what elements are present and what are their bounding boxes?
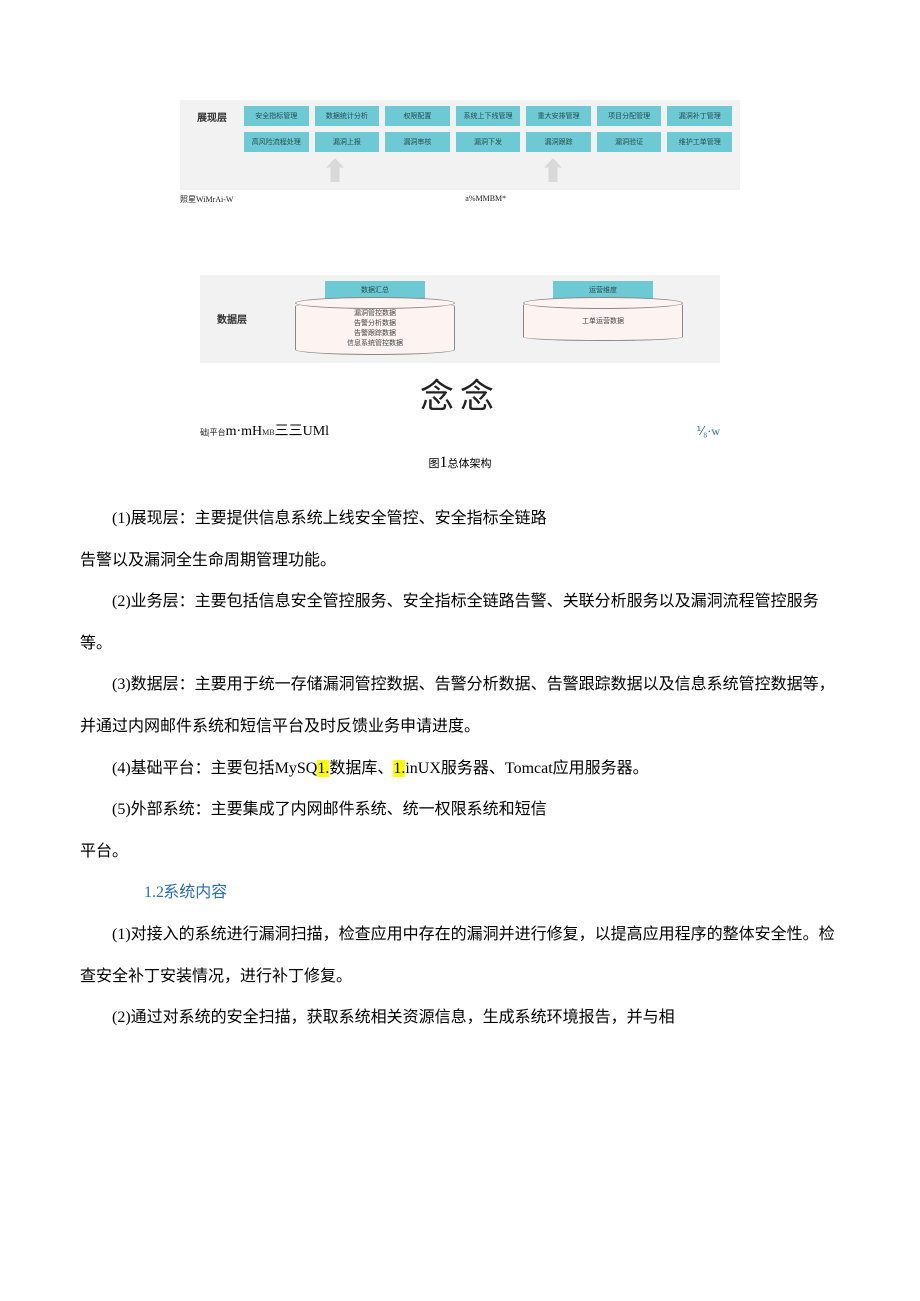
section-number: 1.2 <box>112 872 163 914</box>
data-layer-label: 数据层 <box>208 311 256 326</box>
annot-right: a%MMBM* <box>465 194 506 205</box>
cyl-line: 信息系统管控数据 <box>296 338 454 348</box>
para-s1: (1)对接入的系统进行漏洞扫描，检查应用中存在的漏洞并进行修复，以提高应用程序的… <box>80 914 840 997</box>
block: 漏洞验证 <box>597 132 662 152</box>
para-5a: (5)外部系统：主要集成了内网邮件系统、统一权限系统和短信 <box>80 789 840 831</box>
para-2: (2)业务层：主要包括信息安全管控服务、安全指标全链路告警、关联分析服务以及漏洞… <box>80 581 840 664</box>
caption-prefix: 图 <box>429 458 440 470</box>
para4-pre: (4)基础平台：主要包括MySQ <box>112 760 317 777</box>
block: 系统上下线管理 <box>456 106 521 126</box>
block: 权限配置 <box>385 106 450 126</box>
figure-1: 展现层 安全指标管理 数据统计分析 权限配置 系统上下线管理 重大安排管理 项目… <box>80 100 840 472</box>
block: 漏洞补丁管理 <box>667 106 732 126</box>
annot2-prefix: 础|平台 <box>200 428 226 437</box>
annot2-mix: m·mH <box>226 424 263 439</box>
caption-text: 总体架构 <box>448 458 492 470</box>
arrow-row <box>278 158 732 182</box>
para-4: (4)基础平台：主要包括MySQ1.数据库、1.inUX服务器、Tomcat应用… <box>80 748 840 790</box>
block: 安全指标管理 <box>244 106 309 126</box>
block: 项目分配管理 <box>597 106 662 126</box>
annot2-right: ⅟₈·w <box>696 424 720 439</box>
annot2-tail: 三三UMl <box>275 424 329 439</box>
block: 漏洞跟踪 <box>526 132 591 152</box>
annot-left: 照星WiMrAi-W <box>180 194 233 205</box>
annot2-left: 础|平台m·mHMB三三UMl <box>200 420 329 440</box>
block: 维护工单管理 <box>667 132 732 152</box>
block: 数据统计分析 <box>315 106 380 126</box>
block: 重大安排管理 <box>526 106 591 126</box>
layer-label: 展现层 <box>188 109 236 124</box>
highlight-2: 1. <box>393 760 405 777</box>
para4-mid: 数据库、 <box>329 760 393 777</box>
para-3: (3)数据层：主要用于统一存储漏洞管控数据、告警分析数据、告警跟踪数据以及信息系… <box>80 664 840 747</box>
cylinder-right: 工单运营数据 <box>523 301 683 341</box>
blocks-row-1: 安全指标管理 数据统计分析 权限配置 系统上下线管理 重大安排管理 项目分配管理… <box>244 106 732 126</box>
document-page: 展现层 安全指标管理 数据统计分析 权限配置 系统上下线管理 重大安排管理 项目… <box>0 0 920 1039</box>
cyl-line: 工单运营数据 <box>524 316 682 326</box>
para-s2: (2)通过对系统的安全扫描，获取系统相关资源信息，生成系统环境报告，并与相 <box>80 997 840 1039</box>
annotation-line-1: 照星WiMrAi-W a%MMBM* . <box>180 194 740 205</box>
para-5b: 平台。 <box>80 831 840 873</box>
data-layer-panel: 数据层 数据汇总 漏洞管控数据 告警分析数据 告警跟踪数据 信息系统管控数据 运… <box>200 275 720 363</box>
arrow-up-icon <box>326 158 344 182</box>
mid-col-left: 数据汇总 漏洞管控数据 告警分析数据 告警跟踪数据 信息系统管控数据 <box>266 281 484 355</box>
block: 高风险流程处理 <box>244 132 309 152</box>
cyl-line: 告警分析数据 <box>296 318 454 328</box>
para-1b: 告警以及漏洞全生命周期管理功能。 <box>80 540 840 582</box>
caption-number: 1 <box>440 454 448 471</box>
cyl-line: 告警跟踪数据 <box>296 328 454 338</box>
presentation-layer-panel: 展现层 安全指标管理 数据统计分析 权限配置 系统上下线管理 重大安排管理 项目… <box>180 100 740 190</box>
layer-row-2: 高风险流程处理 漏洞上报 漏洞审核 漏洞下发 漏洞跟踪 漏洞验证 维护工单管理 <box>188 132 732 152</box>
cylinder-left: 漏洞管控数据 告警分析数据 告警跟踪数据 信息系统管控数据 <box>295 301 455 355</box>
decorative-chars: 念念 <box>200 369 720 418</box>
cyl-line: 漏洞管控数据 <box>296 308 454 318</box>
para-1a: (1)展现层：主要提供信息系统上线安全管控、安全指标全链路 <box>80 498 840 540</box>
body-text: (1)展现层：主要提供信息系统上线安全管控、安全指标全链路 告警以及漏洞全生命周… <box>80 498 840 1039</box>
blocks-row-2: 高风险流程处理 漏洞上报 漏洞审核 漏洞下发 漏洞跟踪 漏洞验证 维护工单管理 <box>244 132 732 152</box>
annotation-line-2: 础|平台m·mHMB三三UMl ⅟₈·w <box>200 420 720 440</box>
figure-caption: 图1总体架构 <box>80 454 840 472</box>
para4-post: inUX服务器、Tomcat应用服务器。 <box>405 760 648 777</box>
arrow-up-icon <box>544 158 562 182</box>
section-title: 系统内容 <box>163 884 227 901</box>
block: 漏洞审核 <box>385 132 450 152</box>
block: 漏洞上报 <box>315 132 380 152</box>
mid-col-right: 运营维度 工单运营数据 <box>494 281 712 341</box>
layer-row-1: 展现层 安全指标管理 数据统计分析 权限配置 系统上下线管理 重大安排管理 项目… <box>188 106 732 126</box>
highlight-1: 1. <box>317 760 329 777</box>
annot2-mb: MB <box>262 428 274 437</box>
section-heading: 1.2系统内容 <box>80 872 840 914</box>
block: 漏洞下发 <box>456 132 521 152</box>
